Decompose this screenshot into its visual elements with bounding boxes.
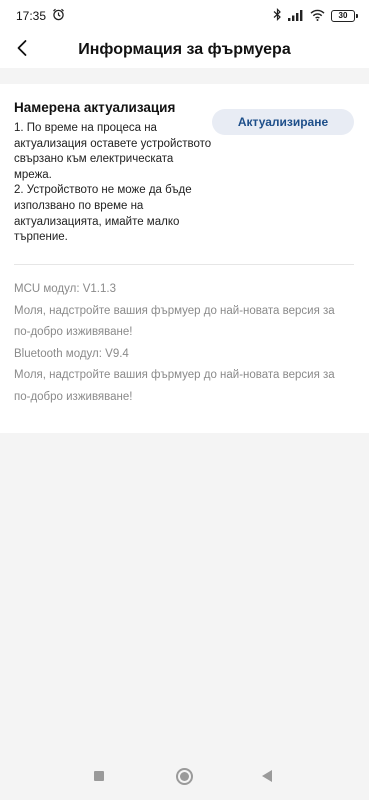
- mcu-upgrade-message: Моля, надстройте вашия фърмуер до най-но…: [14, 304, 335, 339]
- battery-icon: 30: [331, 10, 358, 22]
- update-instruction-1: 1. По време на процеса на актуализация о…: [14, 122, 212, 181]
- system-nav-bar: [0, 752, 369, 800]
- firmware-card: Намерена актуализация 1. По време на про…: [0, 84, 369, 433]
- bluetooth-icon: [273, 8, 282, 24]
- status-right: 30: [273, 8, 358, 24]
- chevron-left-icon: [16, 39, 28, 62]
- signal-icon: [288, 9, 304, 24]
- status-left: 17:35: [16, 8, 65, 24]
- alarm-icon: [52, 8, 65, 24]
- divider: [14, 264, 354, 265]
- update-instruction-2: 2. Устройството не може да бъде използва…: [14, 184, 192, 244]
- mcu-version: MCU модул: V1.1.3: [14, 283, 116, 295]
- wifi-icon: [310, 9, 325, 24]
- version-info: MCU модул: V1.1.3 Моля, надстройте вашия…: [14, 279, 354, 409]
- home-circle-icon[interactable]: [176, 768, 193, 785]
- bluetooth-upgrade-message: Моля, надстройте вашия фърмуер до най-но…: [14, 369, 335, 403]
- back-triangle-icon[interactable]: [262, 770, 272, 782]
- update-description: 1. По време на процеса на актуализация о…: [14, 121, 214, 246]
- recents-square-icon[interactable]: [94, 771, 104, 781]
- bluetooth-version: Bluetooth модул: V9.4: [14, 347, 129, 360]
- update-button[interactable]: Актуализиране: [212, 109, 354, 135]
- status-time: 17:35: [16, 9, 47, 23]
- page-title: Информация за фърмуера: [78, 41, 291, 58]
- status-bar: 17:35 30: [0, 0, 369, 32]
- app-header: Информация за фърмуера: [0, 32, 369, 68]
- back-button[interactable]: [10, 36, 34, 64]
